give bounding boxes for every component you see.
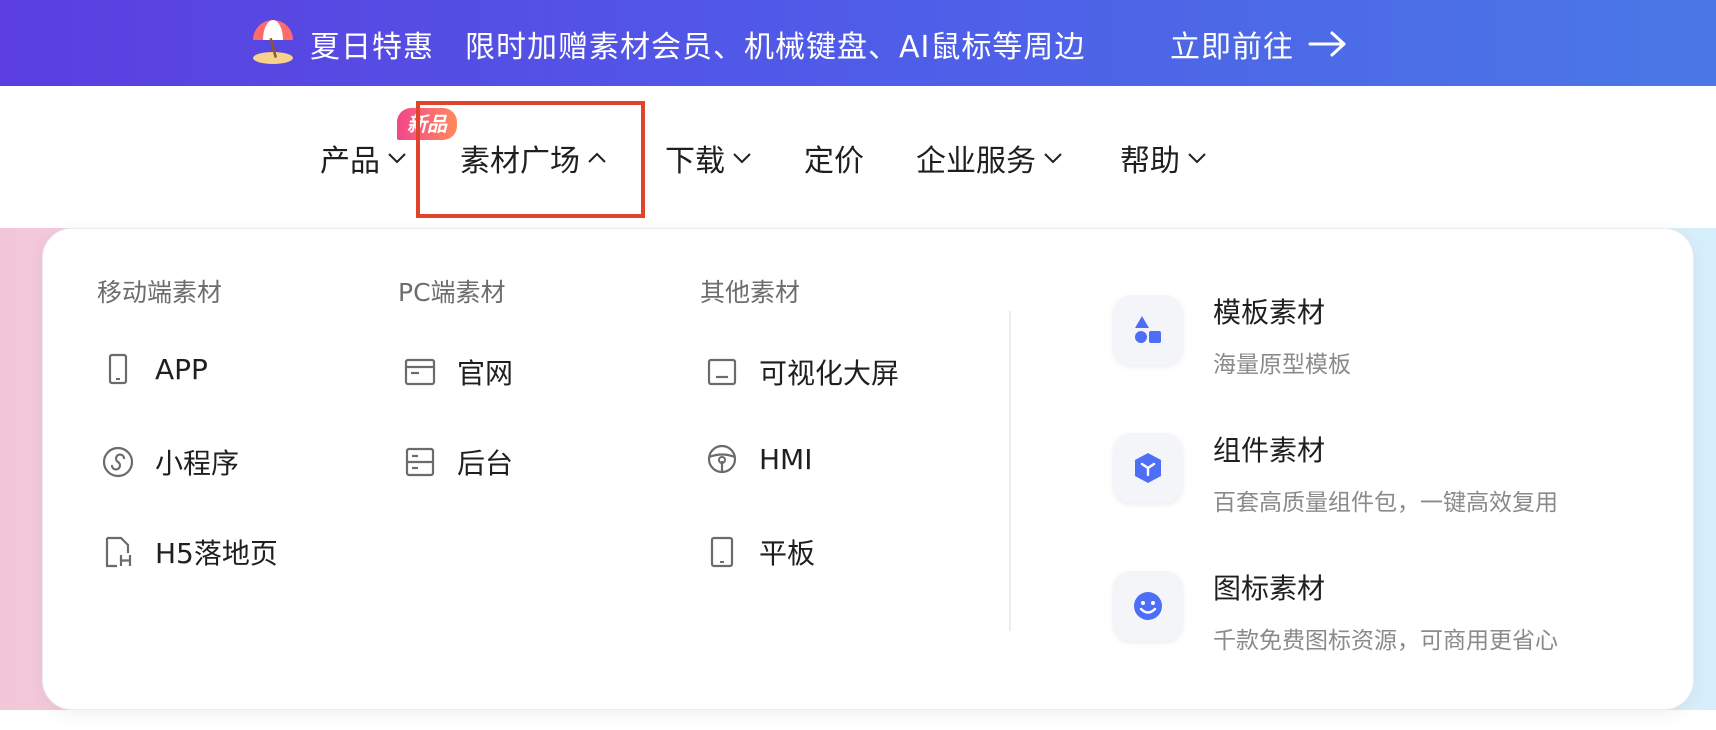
- monitor-icon: [707, 358, 737, 386]
- menu-item-label: 官网: [457, 357, 514, 390]
- phone-icon: [108, 353, 128, 385]
- browser-window-icon: [404, 358, 436, 386]
- chevron-down-icon: [388, 153, 406, 164]
- feature-title: 图标素材: [1213, 572, 1326, 605]
- menu-item-h5-landing[interactable]: H5落地页: [101, 532, 278, 572]
- menu-item-label: 平板: [759, 537, 816, 570]
- shapes-icon: [1135, 316, 1161, 343]
- nav-item-label: 产品: [320, 144, 380, 179]
- nav-item-label: 帮助: [1120, 144, 1180, 179]
- menu-item-tablet[interactable]: 平板: [705, 532, 815, 572]
- nav-item-label: 下载: [665, 144, 725, 179]
- promo-cta-label: 立即前往: [1170, 30, 1294, 65]
- nav-item-pricing[interactable]: 定价: [804, 136, 864, 180]
- nav-item-download[interactable]: 下载: [665, 136, 753, 180]
- menu-item-label: 后台: [457, 447, 514, 480]
- cube-icon: [1135, 453, 1161, 483]
- feature-icon-box: [1113, 295, 1183, 365]
- beach-umbrella-icon: [253, 20, 293, 64]
- menu-item-label: APP: [155, 352, 208, 386]
- menu-item-website[interactable]: 官网: [403, 352, 513, 392]
- feature-title: 组件素材: [1213, 434, 1326, 467]
- feature-description: 海量原型模板: [1213, 352, 1351, 378]
- menu-item-label: 小程序: [155, 447, 240, 480]
- menu-item-label: H5落地页: [155, 537, 278, 570]
- column-title-mobile: 移动端素材: [97, 278, 223, 307]
- feature-icon-materials[interactable]: 图标素材 千款免费图标资源，可商用更省心: [1113, 567, 1558, 655]
- arrow-right-icon: [1308, 31, 1346, 57]
- chevron-down-icon: [1188, 153, 1206, 164]
- menu-item-label: 可视化大屏: [759, 357, 900, 390]
- menu-item-mini-program[interactable]: 小程序: [101, 442, 239, 482]
- menu-item-data-screen[interactable]: 可视化大屏: [705, 352, 899, 392]
- nav-item-products[interactable]: 产品: [320, 136, 408, 180]
- feature-icon-box: [1113, 433, 1183, 503]
- tablet-icon: [710, 536, 734, 568]
- promo-description: 限时加赠素材会员、机械键盘、AI鼠标等周边: [465, 30, 1086, 65]
- chevron-down-icon: [733, 153, 751, 164]
- materials-dropdown-panel: 移动端素材 APP 小程序 H5落地页 PC端素材 官网 后台 其他素材 可视化…: [42, 228, 1694, 710]
- nav-item-help[interactable]: 帮助: [1120, 136, 1208, 180]
- h5-file-icon: [105, 536, 132, 568]
- steering-wheel-icon: [707, 444, 737, 474]
- menu-item-hmi[interactable]: HMI: [705, 442, 812, 476]
- chevron-down-icon: [1044, 153, 1062, 164]
- feature-title: 模板素材: [1213, 296, 1326, 329]
- column-title-other: 其他素材: [700, 278, 801, 307]
- promo-banner[interactable]: 夏日特惠 限时加赠素材会员、机械键盘、AI鼠标等周边 立即前往: [0, 0, 1716, 86]
- promo-title: 夏日特惠: [310, 30, 434, 65]
- dashboard-icon: [405, 447, 435, 477]
- menu-item-app[interactable]: APP: [101, 352, 208, 386]
- feature-template-materials[interactable]: 模板素材 海量原型模板: [1113, 291, 1351, 379]
- smiley-icon: [1134, 592, 1162, 620]
- promo-cta-link[interactable]: 立即前往: [1170, 22, 1348, 66]
- menu-item-admin[interactable]: 后台: [403, 442, 513, 482]
- main-nav: 产品 新品 素材广场 下载 定价 企业服务 帮助: [0, 86, 1716, 228]
- feature-description: 百套高质量组件包，一键高效复用: [1213, 490, 1558, 516]
- highlight-annotation-box: [416, 101, 645, 218]
- feature-component-materials[interactable]: 组件素材 百套高质量组件包，一键高效复用: [1113, 429, 1558, 517]
- nav-item-label: 定价: [804, 144, 864, 179]
- nav-item-enterprise[interactable]: 企业服务: [916, 136, 1064, 180]
- mini-program-icon: [102, 446, 134, 478]
- menu-item-label: HMI: [759, 442, 813, 476]
- column-divider: [1009, 311, 1011, 631]
- feature-description: 千款免费图标资源，可商用更省心: [1213, 628, 1558, 654]
- nav-item-label: 企业服务: [916, 144, 1036, 179]
- column-title-pc: PC端素材: [398, 278, 506, 307]
- feature-icon-box: [1113, 571, 1183, 641]
